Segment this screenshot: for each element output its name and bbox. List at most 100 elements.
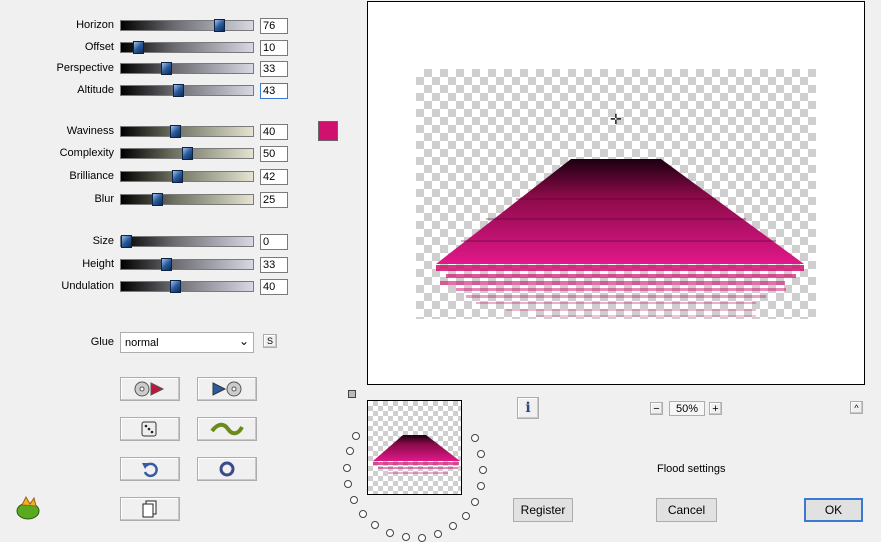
slider-size-value-field[interactable]: 0 [260,234,288,250]
previous-button[interactable] [120,377,180,401]
zoom-out-button[interactable]: − [650,402,663,415]
slider-blur-label: Blur [94,193,114,205]
info-button[interactable]: i [517,397,539,419]
register-label: Register [520,503,566,517]
thumbnail-render [373,435,460,474]
slider-height-thumb[interactable] [161,258,173,271]
slider-row-height: Height 33 [0,257,300,273]
next-button[interactable] [197,377,257,401]
slider-brilliance-value-field[interactable]: 42 [260,169,288,185]
slider-horizon[interactable] [120,19,254,32]
slider-brilliance[interactable] [120,170,254,183]
slider-undulation-label: Undulation [61,280,114,292]
ok-label: OK [824,503,843,517]
color-swatch[interactable] [318,121,338,141]
slider-blur-thumb[interactable] [151,193,163,206]
glue-label: Glue [90,336,114,348]
navigator-dot[interactable] [371,521,380,529]
register-button[interactable]: Register [513,498,573,522]
slider-height[interactable] [120,258,254,271]
slider-size-label: Size [92,235,114,247]
navigator-dot[interactable] [476,482,485,491]
navigator-dot[interactable] [343,463,352,472]
slider-waviness-label: Waviness [66,125,114,137]
navigator-dot[interactable] [434,529,443,538]
slider-waviness[interactable] [120,125,254,138]
slider-waviness-thumb[interactable] [169,125,181,138]
slider-complexity[interactable] [120,147,254,160]
glue-value: normal [125,337,159,349]
navigator-corner[interactable] [348,390,356,398]
navigator-dot[interactable] [471,497,480,506]
slider-size[interactable] [120,235,254,248]
ring-icon [219,461,235,477]
navigator-dot[interactable] [352,432,361,440]
cancel-label: Cancel [667,503,706,517]
slider-brilliance-label: Brilliance [69,170,114,182]
navigator-dot[interactable] [401,533,410,542]
flood-settings-label: Flood settings [657,463,726,475]
slider-horizon-thumb[interactable] [213,19,225,32]
slider-blur-value-field[interactable]: 25 [260,192,288,208]
slider-complexity-label: Complexity [59,147,114,159]
navigator-dot[interactable] [476,449,485,458]
slider-row-offset: Offset 10 [0,40,300,56]
navigator-dot[interactable] [349,495,358,504]
plus-icon: + [712,402,719,415]
slider-row-altitude: Altitude 43 [0,83,300,99]
slider-altitude-thumb[interactable] [173,84,185,97]
random-button[interactable] [120,417,180,441]
slider-brilliance-thumb[interactable] [172,170,184,183]
slider-waviness-value-field[interactable]: 40 [260,124,288,140]
slider-altitude[interactable] [120,84,254,97]
collapse-button[interactable]: ^ [850,401,863,414]
slider-blur[interactable] [120,193,254,206]
slider-undulation-thumb[interactable] [169,280,181,293]
s-label: S [266,336,273,346]
undo-button[interactable] [120,457,180,481]
slider-row-undulation: Undulation 40 [0,279,300,295]
slider-offset-value-field[interactable]: 10 [260,40,288,56]
slider-altitude-label: Altitude [77,84,114,96]
navigator-dot[interactable] [461,511,470,520]
slider-complexity-value-field[interactable]: 50 [260,146,288,162]
slider-row-size: Size 0 [0,234,300,250]
crosshair-icon: ✛ [610,111,622,127]
undo-icon [142,462,158,478]
slider-size-thumb[interactable] [121,235,132,248]
preview-frame[interactable]: ✛ [367,1,865,385]
minus-icon: − [653,402,660,415]
slider-offset[interactable] [120,41,254,54]
navigator-dot[interactable] [471,434,480,443]
navigator-dot[interactable] [479,466,487,474]
navigator-thumbnail[interactable] [367,400,462,495]
slider-altitude-value-field[interactable]: 43 [260,83,288,99]
navigator-dot[interactable] [344,480,353,489]
slider-undulation[interactable] [120,280,254,293]
slider-perspective-value-field[interactable]: 33 [260,61,288,77]
glue-s-button[interactable]: S [263,334,277,348]
navigator-dot[interactable] [385,529,394,538]
slider-height-value-field[interactable]: 33 [260,257,288,273]
slider-offset-thumb[interactable] [133,41,145,54]
wave-icon [210,422,244,436]
dice-icon [141,421,157,437]
slider-complexity-thumb[interactable] [182,147,193,160]
slider-height-label: Height [82,258,114,270]
glue-select[interactable]: normal ⌄ [120,332,254,353]
navigator-dot[interactable] [358,509,367,518]
slider-undulation-value-field[interactable]: 40 [260,279,288,295]
navigator-dot[interactable] [418,533,427,542]
cancel-button[interactable]: Cancel [656,498,717,522]
slider-horizon-value-field[interactable]: 76 [260,18,288,34]
zoom-in-button[interactable]: + [709,402,722,415]
copy-button[interactable] [120,497,180,521]
reset-button[interactable] [197,457,257,481]
ok-button[interactable]: OK [804,498,863,522]
slider-perspective[interactable] [120,62,254,75]
slider-perspective-thumb[interactable] [161,62,173,75]
navigator-dot[interactable] [345,447,354,456]
wave-button[interactable] [197,417,257,441]
slider-row-blur: Blur 25 [0,192,300,208]
navigator-dot[interactable] [449,522,458,531]
